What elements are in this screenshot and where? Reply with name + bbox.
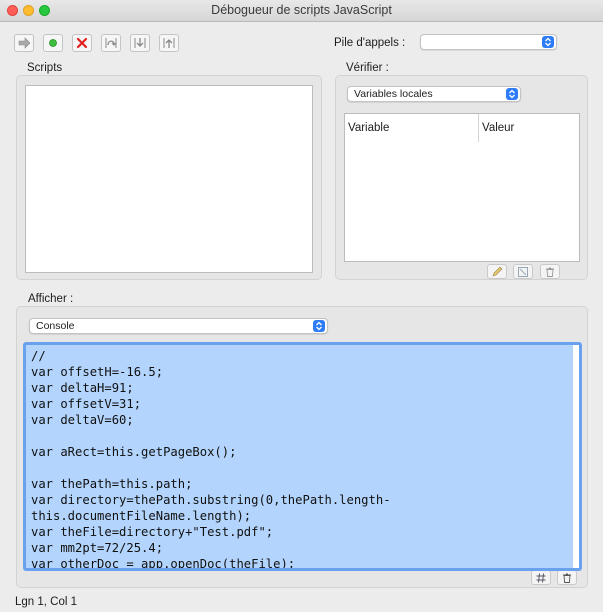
- callstack-select[interactable]: [420, 34, 557, 50]
- continue-button[interactable]: [14, 34, 34, 52]
- hash-icon: [536, 572, 546, 583]
- console-code[interactable]: // var offsetH=-16.5; var deltaH=91; var…: [26, 345, 579, 568]
- callstack-label: Pile d'appels :: [334, 37, 406, 49]
- clear-icon: [518, 266, 528, 277]
- debugger-window: Débogueur de scripts JavaScript Pile d'a…: [0, 0, 603, 612]
- scripts-label: Scripts: [27, 62, 63, 74]
- inspect-label: Vérifier :: [346, 62, 389, 74]
- clear-console-button[interactable]: [557, 570, 577, 585]
- title-bar: Débogueur de scripts JavaScript: [0, 0, 603, 22]
- step-over-icon: [105, 38, 117, 48]
- step-out-button[interactable]: [159, 34, 179, 52]
- edit-variable-button[interactable]: [487, 264, 507, 279]
- trash-icon: [563, 573, 571, 583]
- line-number-button[interactable]: [531, 570, 551, 585]
- scripts-list[interactable]: [25, 85, 313, 273]
- scripts-group: [16, 75, 322, 280]
- delete-variable-button[interactable]: [540, 264, 560, 279]
- view-label: Afficher :: [28, 293, 74, 305]
- arrow-right-icon: [18, 37, 31, 49]
- step-out-icon: [163, 38, 175, 48]
- cursor-position: Lgn 1, Col 1: [15, 596, 78, 608]
- chevron-updown-icon: [542, 36, 554, 48]
- variables-table[interactable]: Variable Valeur: [344, 113, 580, 262]
- chevron-updown-icon: [506, 88, 518, 100]
- inspect-select[interactable]: Variables locales: [347, 86, 521, 102]
- window-title: Débogueur de scripts JavaScript: [211, 3, 392, 17]
- clear-variable-button[interactable]: [513, 264, 533, 279]
- column-header-value[interactable]: Valeur: [479, 114, 579, 142]
- column-header-variable[interactable]: Variable: [345, 114, 479, 142]
- console-editor[interactable]: // var offsetH=-16.5; var deltaH=91; var…: [23, 342, 582, 571]
- stop-button[interactable]: [72, 34, 92, 52]
- green-dot-icon: [49, 39, 57, 47]
- inspect-group: Variables locales Variable Valeur: [335, 75, 588, 280]
- trash-icon: [546, 267, 554, 277]
- step-over-button[interactable]: [101, 34, 121, 52]
- pencil-icon: [492, 266, 503, 276]
- chevron-updown-icon: [313, 320, 325, 332]
- red-x-icon: [76, 37, 88, 49]
- console-scrollbar[interactable]: [573, 345, 579, 568]
- step-into-icon: [134, 38, 146, 48]
- step-button[interactable]: [43, 34, 63, 52]
- step-into-button[interactable]: [130, 34, 150, 52]
- view-select[interactable]: Console: [29, 318, 328, 334]
- view-select-value: Console: [36, 320, 75, 332]
- inspect-select-value: Variables locales: [354, 88, 433, 100]
